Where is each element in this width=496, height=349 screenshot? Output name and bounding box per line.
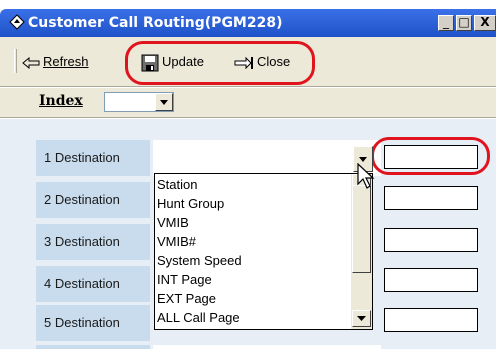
toolbar-grip[interactable] (14, 49, 17, 73)
refresh-button[interactable]: Refresh (22, 52, 89, 72)
list-item[interactable]: Station (157, 175, 197, 194)
scroll-down-button[interactable] (352, 310, 371, 327)
scrollbar-thumb[interactable] (352, 185, 371, 273)
left-arrow-icon (22, 56, 40, 69)
destination-number-input-5[interactable] (384, 308, 478, 332)
mouse-cursor-icon (357, 163, 375, 189)
minimize-button[interactable]: _ (438, 15, 454, 31)
destination-select-6[interactable] (153, 345, 381, 349)
input-highlight-oval (371, 137, 490, 175)
destination-number-input-2[interactable] (384, 186, 478, 210)
destination-number-input-3[interactable] (384, 228, 478, 252)
index-label: Index (39, 93, 83, 109)
destination-label-6 (36, 345, 150, 349)
destination-label-5: 5 Destination (36, 305, 150, 341)
toolbar-highlight-oval (125, 41, 315, 85)
index-dropdown-button[interactable] (155, 93, 173, 111)
chevron-down-icon (357, 316, 366, 321)
list-item[interactable]: EXT Page (157, 289, 216, 308)
destination-label-3: 3 Destination (36, 224, 150, 260)
list-item[interactable]: VMIB (157, 213, 189, 232)
close-window-button[interactable]: X (474, 15, 496, 31)
window-title: Customer Call Routing(PGM228) (28, 15, 283, 31)
destination-label-4: 4 Destination (36, 266, 150, 302)
destination-select-1[interactable] (153, 140, 381, 176)
list-item[interactable]: System Speed (157, 251, 242, 270)
list-item[interactable]: VMIB# (157, 232, 196, 251)
destination-label-2: 2 Destination (36, 182, 150, 218)
destination-label-1: 1 Destination (36, 140, 150, 176)
list-item[interactable]: Hunt Group (157, 194, 224, 213)
list-item[interactable]: INT Page (157, 270, 212, 289)
refresh-label: Refresh (43, 54, 89, 69)
list-item[interactable]: ALL Call Page (157, 308, 240, 327)
app-diamond-icon (9, 14, 25, 30)
maximize-button[interactable]: □ (456, 15, 472, 31)
destination-number-input-4[interactable] (384, 268, 478, 292)
chevron-down-icon (160, 100, 168, 105)
